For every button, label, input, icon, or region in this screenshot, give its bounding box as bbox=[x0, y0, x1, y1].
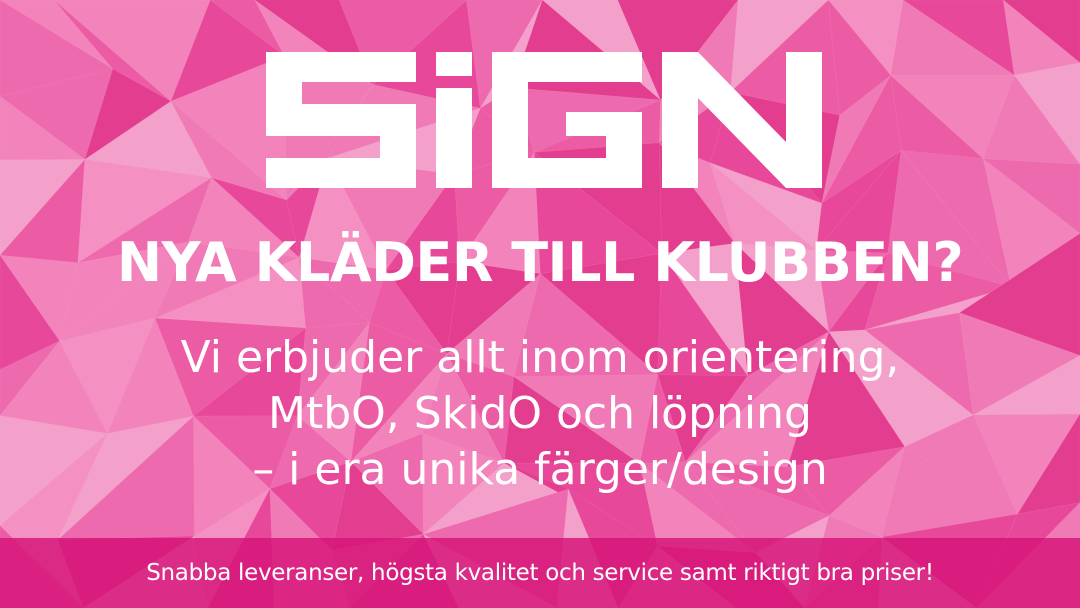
footer-band: Snabba leveranser, högsta kvalitet och s… bbox=[0, 538, 1080, 608]
body-copy: Vi erbjuder allt inom orientering, MtbO,… bbox=[0, 330, 1080, 498]
body-line-3: – i era unika färger/design bbox=[252, 444, 828, 495]
body-line-2: MtbO, SkidO och löpning bbox=[268, 388, 812, 439]
sign-logo-mark bbox=[266, 52, 822, 188]
promo-banner: NYA KLÄDER TILL KLUBBEN? Vi erbjuder all… bbox=[0, 0, 1080, 608]
body-line-1: Vi erbjuder allt inom orientering, bbox=[180, 332, 900, 383]
footer-text: Snabba leveranser, högsta kvalitet och s… bbox=[146, 560, 934, 586]
sign-logo bbox=[266, 52, 826, 188]
headline: NYA KLÄDER TILL KLUBBEN? bbox=[116, 231, 964, 294]
